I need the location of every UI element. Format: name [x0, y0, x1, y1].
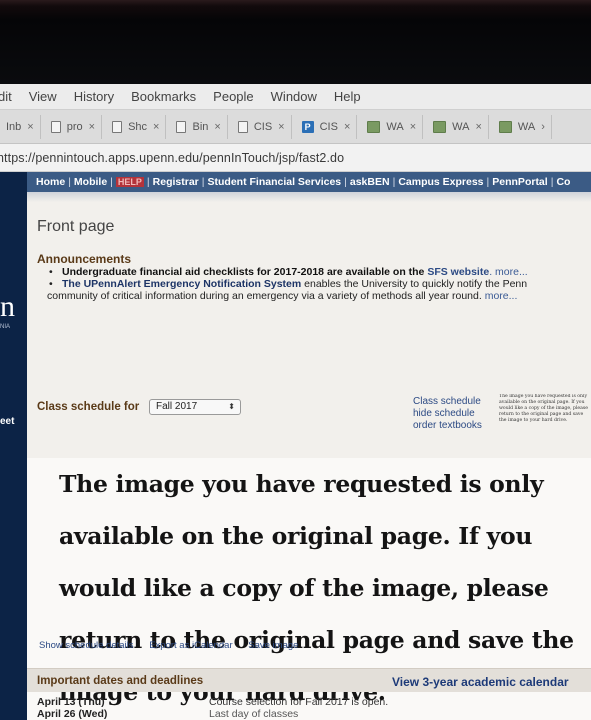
tab-label: CIS: [319, 120, 338, 133]
menu-bar: dit View History Bookmarks People Window…: [0, 84, 591, 110]
page-icon: [112, 120, 123, 133]
tab-label: pro: [66, 120, 83, 133]
wa-icon: [498, 120, 512, 133]
tab-inbox[interactable]: Inb ×: [0, 114, 41, 139]
close-icon[interactable]: ×: [278, 121, 284, 133]
close-icon[interactable]: ×: [410, 121, 416, 133]
left-dark-column: n NIA eet: [0, 172, 27, 720]
monitor-bezel: [0, 0, 591, 84]
sidebar-small-text: NIA: [0, 324, 11, 330]
show-details-link[interactable]: Show schedule details: [39, 640, 134, 651]
tab-label: WA: [517, 120, 536, 133]
sidebar-letter: n: [0, 290, 15, 323]
address-bar[interactable]: https://pennintouch.apps.upenn.edu/pennI…: [0, 144, 591, 172]
date-row-1-date: April 13 (Thu): [37, 696, 105, 708]
tab-wa-2[interactable]: WA ×: [427, 114, 489, 139]
tab-cis-2[interactable]: P CIS ×: [296, 114, 358, 139]
menu-view[interactable]: View: [29, 89, 57, 104]
menu-history[interactable]: History: [74, 89, 114, 104]
page-icon: [50, 120, 61, 133]
wa-icon: [433, 120, 447, 133]
url-text[interactable]: https://pennintouch.apps.upenn.edu/pennI…: [0, 151, 344, 165]
menu-people[interactable]: People: [213, 89, 253, 104]
tab-label: Inb: [6, 120, 22, 133]
tab-shc[interactable]: Shc ×: [106, 114, 167, 139]
academic-calendar-link[interactable]: View 3-year academic calendar: [392, 675, 569, 689]
tab-strip: Inb × pro × Shc × Bin × CIS × P CIS × WA × WA × W…: [0, 110, 591, 144]
date-row-2-text: Last day of classes: [209, 708, 299, 720]
tab-bin[interactable]: Bin ×: [170, 114, 228, 139]
close-icon[interactable]: ×: [27, 121, 33, 133]
date-row-2-date: April 26 (Wed): [37, 708, 108, 720]
tab-wa-3[interactable]: WA ›: [493, 114, 552, 139]
page-icon: [176, 120, 187, 133]
close-icon[interactable]: ×: [475, 121, 481, 133]
p-icon: P: [301, 120, 314, 133]
export-ical-link[interactable]: Export as iCalendar: [149, 640, 232, 651]
schedule-actions: Show schedule details Export as iCalenda…: [39, 640, 311, 651]
tab-label: WA: [452, 120, 470, 133]
tab-label: CIS: [253, 120, 273, 133]
tab-label: Bin: [192, 120, 209, 133]
close-icon[interactable]: ×: [214, 121, 220, 133]
wa-icon: [367, 120, 381, 133]
save-image-link[interactable]: Save image: [248, 640, 298, 651]
close-icon[interactable]: ›: [541, 121, 545, 133]
close-icon[interactable]: ×: [89, 121, 95, 133]
tab-pro[interactable]: pro ×: [45, 114, 103, 139]
close-icon[interactable]: ×: [344, 121, 350, 133]
tab-label: Shc: [128, 120, 148, 133]
close-icon[interactable]: ×: [153, 121, 159, 133]
sidebar-label[interactable]: eet: [0, 416, 14, 427]
menu-window[interactable]: Window: [271, 89, 317, 104]
tab-label: WA: [386, 120, 404, 133]
date-row-1-text: Course selection for Fall 2017 is open.: [209, 696, 389, 708]
footer-area: Show schedule details Export as iCalenda…: [27, 172, 591, 720]
tab-wa-1[interactable]: WA ×: [361, 114, 424, 139]
menu-bookmarks[interactable]: Bookmarks: [131, 89, 196, 104]
tab-cis-1[interactable]: CIS ×: [232, 114, 292, 139]
page-icon: [237, 120, 248, 133]
menu-help[interactable]: Help: [334, 89, 361, 104]
dates-heading: Important dates and deadlines: [37, 675, 204, 687]
menu-edit[interactable]: dit: [0, 89, 12, 104]
